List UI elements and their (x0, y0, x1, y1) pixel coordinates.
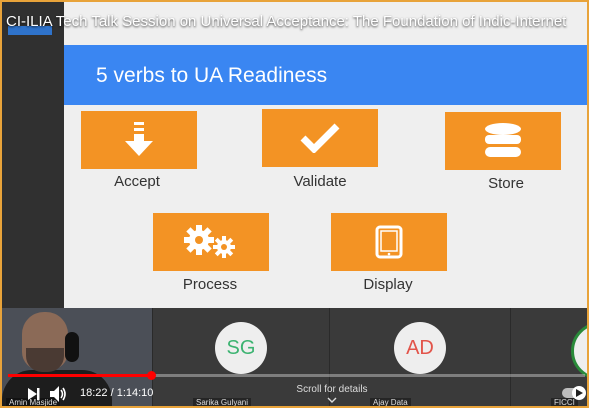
headphone-icon (65, 332, 79, 362)
scroll-hint-text: Scroll for details (296, 384, 368, 395)
chevron-down-icon (327, 397, 337, 403)
validate-tile (262, 109, 378, 167)
process-tile (153, 213, 269, 271)
left-video-strip (2, 2, 64, 308)
presentation-slide: 5 verbs to UA Readiness Accept Validate (64, 2, 587, 308)
progress-played (8, 374, 152, 377)
speaker-beard (26, 348, 64, 372)
video-title: CI-ILIA Tech Talk Session on Universal A… (6, 13, 567, 30)
avatar: AD (394, 322, 446, 374)
store-label: Store (488, 175, 524, 192)
accept-tile (81, 111, 197, 169)
download-arrow-icon (125, 122, 153, 156)
display-label: Display (363, 276, 413, 293)
database-icon (485, 123, 521, 157)
gears-icon (184, 225, 235, 258)
slide-header: 5 verbs to UA Readiness (64, 45, 587, 105)
process-label: Process (182, 276, 238, 293)
autoplay-knob (572, 386, 586, 400)
player-controls: 18:22 / 1:14:10 Scroll for details (2, 382, 587, 406)
validate-label: Validate (293, 173, 347, 190)
scroll-for-details[interactable]: Scroll for details (292, 384, 372, 406)
checkmark-icon (300, 123, 340, 153)
video-player[interactable]: 5 verbs to UA Readiness Accept Validate (0, 0, 589, 408)
avatar: F (571, 322, 587, 380)
store-tile (445, 112, 561, 170)
slide-title: 5 verbs to UA Readiness (96, 64, 328, 87)
volume-icon[interactable] (50, 386, 68, 402)
next-video-icon[interactable] (28, 388, 40, 400)
avatar: SG (215, 322, 267, 374)
time-display: 18:22 / 1:14:10 (80, 387, 154, 399)
accept-label: Accept (114, 173, 160, 190)
play-icon (576, 389, 583, 397)
display-tile (331, 213, 447, 271)
progress-bar[interactable] (8, 371, 585, 380)
tablet-icon (375, 225, 403, 259)
autoplay-toggle[interactable] (562, 386, 586, 400)
